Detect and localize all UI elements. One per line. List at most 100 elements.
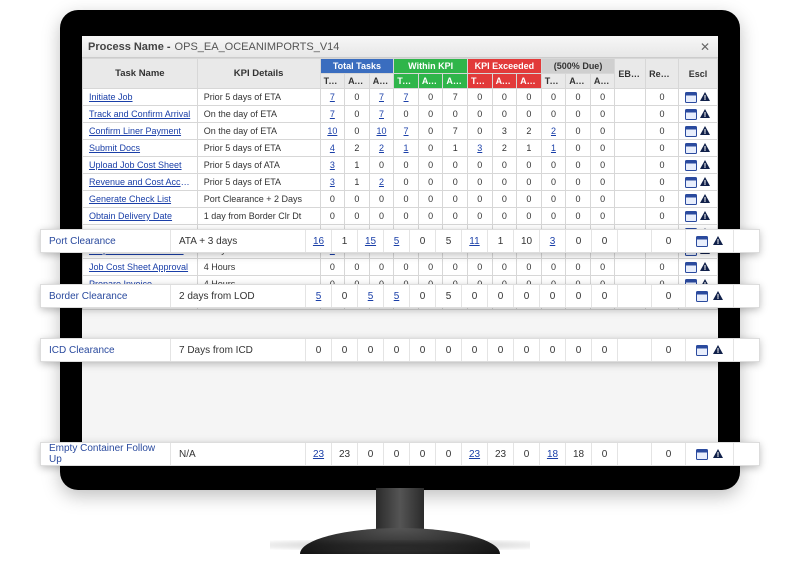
table-row[interactable]: Job Cost Sheet Approval4 Hours0000000000… bbox=[83, 259, 718, 276]
task-link[interactable]: Submit Docs bbox=[83, 140, 198, 157]
task-link[interactable]: Empty Container Follow Up bbox=[41, 443, 171, 465]
calendar-icon[interactable] bbox=[685, 159, 697, 171]
cell-value[interactable]: 5 bbox=[384, 230, 410, 252]
alert-icon[interactable] bbox=[712, 448, 724, 460]
sub-exc-asgn[interactable]: Asgn bbox=[517, 74, 542, 89]
alert-icon[interactable] bbox=[712, 235, 724, 247]
close-button[interactable]: ✕ bbox=[698, 40, 712, 54]
cell-value[interactable]: 5 bbox=[306, 285, 332, 307]
sub-total-avlb[interactable]: Avlb bbox=[345, 74, 370, 89]
cell-value[interactable]: 1 bbox=[394, 140, 419, 157]
task-link[interactable]: Confirm Liner Payment bbox=[83, 123, 198, 140]
task-link[interactable]: Revenue and Cost Accural bbox=[83, 174, 198, 191]
sub-exc-avlb[interactable]: Avlb bbox=[492, 74, 517, 89]
col-ebms[interactable]: EBMS Tasks bbox=[615, 59, 646, 89]
alert-icon[interactable] bbox=[699, 176, 711, 188]
alert-icon[interactable] bbox=[699, 142, 711, 154]
calendar-icon[interactable] bbox=[685, 108, 697, 120]
alert-icon[interactable] bbox=[712, 290, 724, 302]
cell-value[interactable]: 3 bbox=[320, 174, 345, 191]
colgroup-exceeded[interactable]: KPI Exceeded bbox=[468, 59, 542, 74]
table-row[interactable]: Upload Job Cost SheetPrior 5 days of ATA… bbox=[83, 157, 718, 174]
cell-value[interactable]: 5 bbox=[358, 285, 384, 307]
sub-due-total[interactable]: Total bbox=[541, 74, 566, 89]
table-row[interactable]: Initiate JobPrior 5 days of ETA707707000… bbox=[83, 89, 718, 106]
col-kpi[interactable]: KPI Details bbox=[197, 59, 320, 89]
cell-value[interactable]: 7 bbox=[394, 123, 419, 140]
calendar-icon[interactable] bbox=[685, 193, 697, 205]
calendar-icon[interactable] bbox=[685, 125, 697, 137]
cell-value[interactable]: 23 bbox=[462, 443, 488, 465]
cell-value[interactable]: 1 bbox=[541, 140, 566, 157]
cell-value[interactable]: 7 bbox=[320, 106, 345, 123]
alert-icon[interactable] bbox=[712, 344, 724, 356]
calendar-icon[interactable] bbox=[685, 261, 697, 273]
table-row[interactable]: Obtain Delivery Date1 day from Border Cl… bbox=[83, 208, 718, 225]
sub-due-asgn[interactable]: Asgn bbox=[590, 74, 615, 89]
calendar-icon[interactable] bbox=[685, 176, 697, 188]
highlighted-row[interactable]: ICD Clearance7 Days from ICD000000000000… bbox=[40, 338, 760, 362]
sub-total-total[interactable]: Total bbox=[320, 74, 345, 89]
task-link[interactable]: Upload Job Cost Sheet bbox=[83, 157, 198, 174]
table-row[interactable]: Revenue and Cost AccuralPrior 5 days of … bbox=[83, 174, 718, 191]
alert-icon[interactable] bbox=[699, 159, 711, 171]
cell-value[interactable]: 7 bbox=[320, 89, 345, 106]
calendar-icon[interactable] bbox=[696, 290, 708, 302]
sub-within-asgn[interactable]: Asgn bbox=[443, 74, 468, 89]
alert-icon[interactable] bbox=[699, 91, 711, 103]
table-row[interactable]: Submit DocsPrior 5 days of ETA4221013211… bbox=[83, 140, 718, 157]
cell-value[interactable]: 10 bbox=[320, 123, 345, 140]
colgroup-total[interactable]: Total Tasks bbox=[320, 59, 394, 74]
calendar-icon[interactable] bbox=[696, 235, 708, 247]
task-link[interactable]: Border Clearance bbox=[41, 285, 171, 307]
highlighted-row[interactable]: Empty Container Follow UpN/A232300002323… bbox=[40, 442, 760, 466]
table-row[interactable]: Generate Check ListPort Clearance + 2 Da… bbox=[83, 191, 718, 208]
cell-value[interactable]: 18 bbox=[540, 443, 566, 465]
alert-icon[interactable] bbox=[699, 210, 711, 222]
cell-value[interactable]: 10 bbox=[369, 123, 394, 140]
calendar-icon[interactable] bbox=[696, 344, 708, 356]
cell-value[interactable]: 5 bbox=[384, 285, 410, 307]
sub-total-asgn[interactable]: Asgn bbox=[369, 74, 394, 89]
col-escl[interactable]: Escl bbox=[678, 59, 717, 89]
col-task[interactable]: Task Name bbox=[83, 59, 198, 89]
cell-value[interactable]: 2 bbox=[541, 123, 566, 140]
sub-within-avlb[interactable]: Avlb bbox=[418, 74, 443, 89]
calendar-icon[interactable] bbox=[685, 91, 697, 103]
sub-exc-total[interactable]: Total bbox=[468, 74, 493, 89]
table-row[interactable]: Confirm Liner PaymentOn the day of ETA10… bbox=[83, 123, 718, 140]
cell-value[interactable]: 3 bbox=[540, 230, 566, 252]
colgroup-within[interactable]: Within KPI bbox=[394, 59, 468, 74]
alert-icon[interactable] bbox=[699, 108, 711, 120]
cell-value[interactable]: 7 bbox=[369, 89, 394, 106]
highlighted-row[interactable]: Port ClearanceATA + 3 days16115505111103… bbox=[40, 229, 760, 253]
cell-value[interactable]: 4 bbox=[320, 140, 345, 157]
cell-value[interactable]: 7 bbox=[369, 106, 394, 123]
col-remain[interactable]: Remain bbox=[646, 59, 679, 89]
alert-icon[interactable] bbox=[699, 261, 711, 273]
calendar-icon[interactable] bbox=[685, 142, 697, 154]
calendar-icon[interactable] bbox=[685, 210, 697, 222]
task-link[interactable]: Job Cost Sheet Approval bbox=[83, 259, 198, 276]
sub-within-total[interactable]: Total bbox=[394, 74, 419, 89]
calendar-icon[interactable] bbox=[696, 448, 708, 460]
cell-value[interactable]: 2 bbox=[369, 140, 394, 157]
sub-due-avlb[interactable]: Avlb bbox=[566, 74, 591, 89]
colgroup-overdue[interactable]: (500% Due) bbox=[541, 59, 615, 74]
table-row[interactable]: Track and Confirm ArrivalOn the day of E… bbox=[83, 106, 718, 123]
cell-value[interactable]: 2 bbox=[369, 174, 394, 191]
cell-value[interactable]: 11 bbox=[462, 230, 488, 252]
task-link[interactable]: ICD Clearance bbox=[41, 339, 171, 361]
cell-value[interactable]: 7 bbox=[394, 89, 419, 106]
cell-value[interactable]: 16 bbox=[306, 230, 332, 252]
task-link[interactable]: Obtain Delivery Date bbox=[83, 208, 198, 225]
task-link[interactable]: Track and Confirm Arrival bbox=[83, 106, 198, 123]
cell-value[interactable]: 23 bbox=[306, 443, 332, 465]
alert-icon[interactable] bbox=[699, 193, 711, 205]
task-link[interactable]: Generate Check List bbox=[83, 191, 198, 208]
highlighted-row[interactable]: Border Clearance2 days from LOD505505000… bbox=[40, 284, 760, 308]
cell-value[interactable]: 15 bbox=[358, 230, 384, 252]
cell-value[interactable]: 3 bbox=[468, 140, 493, 157]
task-link[interactable]: Port Clearance bbox=[41, 230, 171, 252]
task-link[interactable]: Initiate Job bbox=[83, 89, 198, 106]
